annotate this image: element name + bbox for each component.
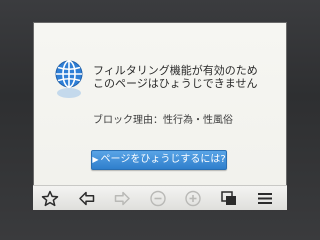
menu-icon[interactable] bbox=[256, 190, 274, 207]
browser-screen: フィルタリング機能が有効のため このページはひょうじできません ブロック理由：性… bbox=[33, 22, 287, 210]
view-page-button[interactable]: ▶ ページをひょうじするには? bbox=[91, 150, 227, 170]
block-message-line1: フィルタリング機能が有効のため bbox=[93, 64, 258, 77]
back-icon[interactable] bbox=[78, 190, 96, 207]
tabs-icon[interactable] bbox=[220, 190, 238, 207]
block-reason: ブロック理由：性行為・性風俗 bbox=[93, 115, 233, 126]
zoom-in-icon[interactable] bbox=[184, 190, 202, 207]
globe-icon bbox=[53, 60, 85, 100]
block-message: フィルタリング機能が有効のため このページはひょうじできません bbox=[93, 64, 283, 90]
star-icon[interactable] bbox=[41, 190, 59, 207]
view-page-button-label: ページをひょうじするには? bbox=[100, 154, 226, 165]
forward-icon[interactable] bbox=[113, 190, 131, 207]
block-message-line2: このページはひょうじできません bbox=[93, 77, 258, 90]
play-arrow-icon: ▶ bbox=[92, 155, 99, 164]
zoom-out-icon[interactable] bbox=[149, 190, 167, 207]
browser-toolbar bbox=[33, 185, 287, 210]
